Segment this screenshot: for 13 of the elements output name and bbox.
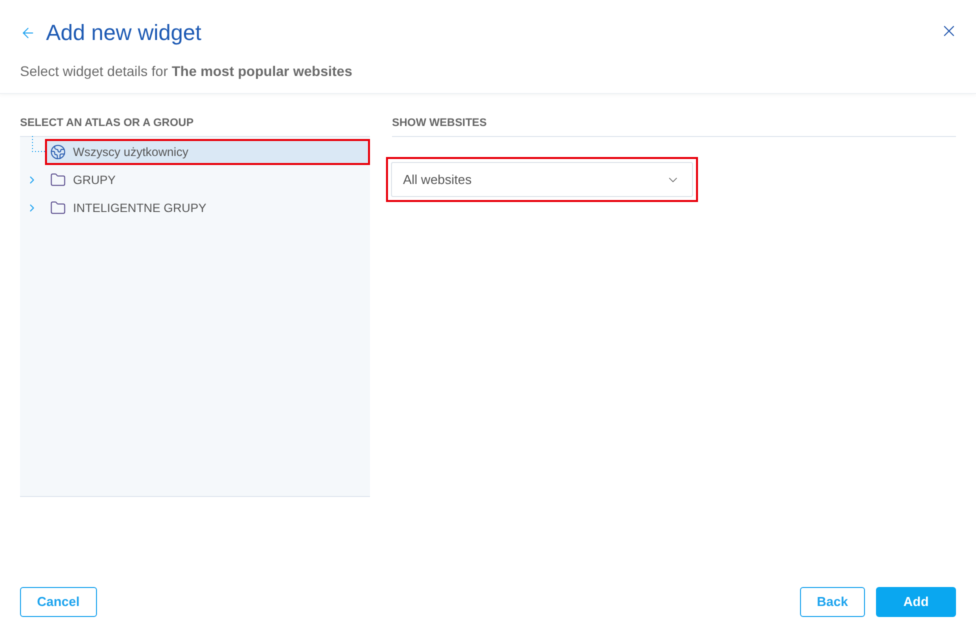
dialog-subtitle: Select widget details for The most popular websites: [20, 62, 352, 81]
folder-icon: [50, 172, 66, 188]
websites-dropdown[interactable]: All websites: [391, 162, 693, 197]
tree-item[interactable]: Wszyscy użytkownicy: [45, 139, 370, 165]
dialog-title: Add new widget: [46, 19, 202, 47]
section-heading: SELECT AN ATLAS OR A GROUP: [20, 116, 195, 131]
tree-connector-line: [32, 136, 45, 152]
tree-item[interactable]: GRUPY: [45, 167, 370, 193]
back-arrow-icon[interactable]: [20, 25, 36, 41]
tree-item[interactable]: INTELIGENTNE GRUPY: [45, 195, 370, 221]
globe-icon: [50, 144, 66, 160]
folder-icon: [50, 200, 66, 216]
section-heading: SHOW WEBSITES: [392, 116, 488, 131]
